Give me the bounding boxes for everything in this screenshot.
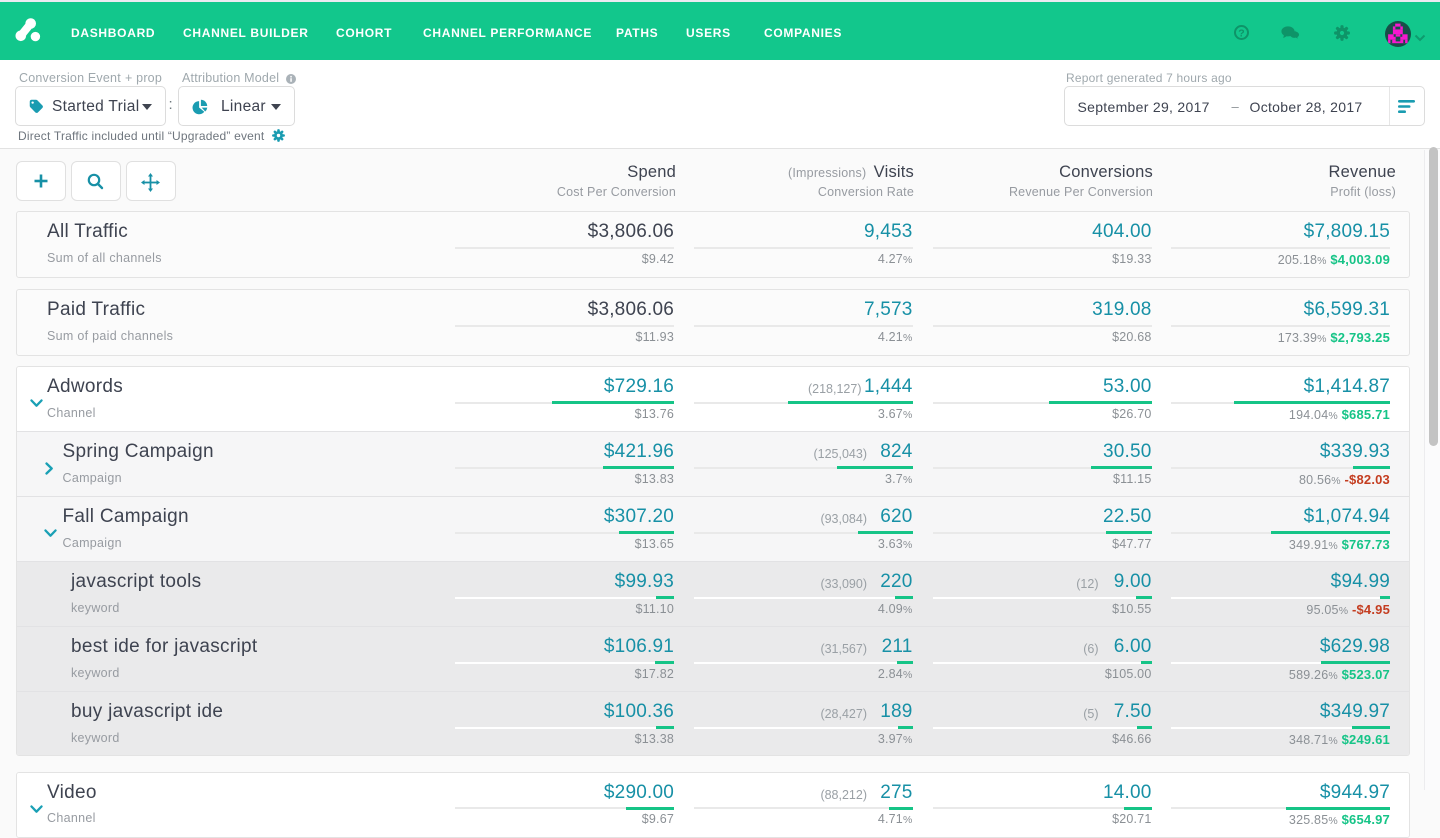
svg-text:?: ?	[1238, 27, 1244, 39]
